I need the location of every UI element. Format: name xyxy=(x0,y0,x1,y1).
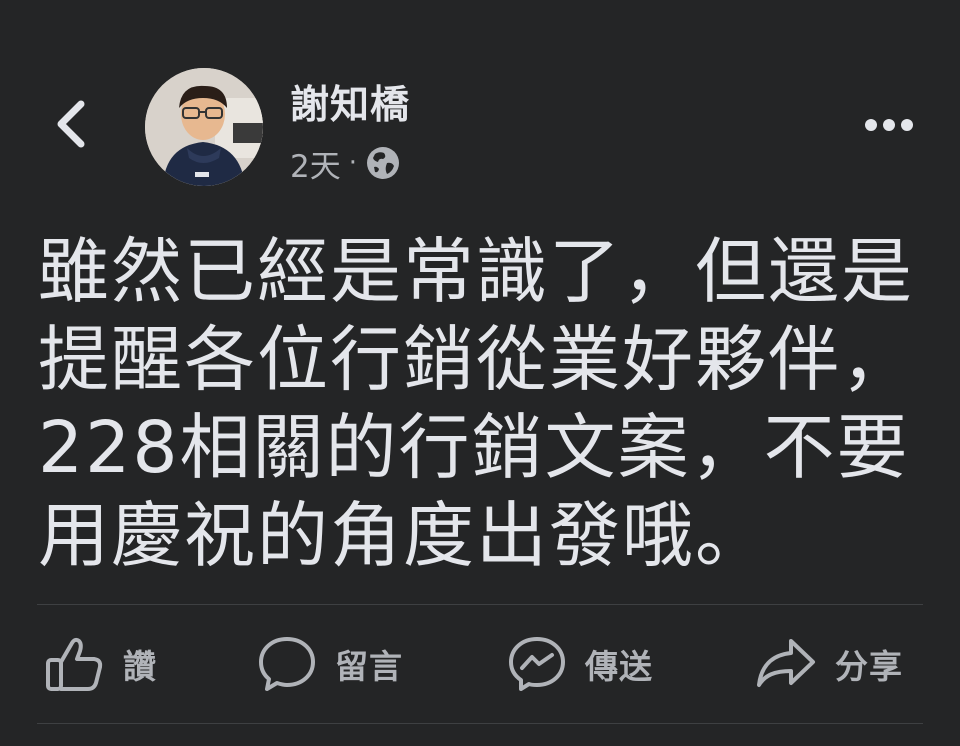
post-time[interactable]: 2天 xyxy=(290,141,341,186)
share-label: 分享 xyxy=(835,647,903,686)
more-options-button[interactable] xyxy=(858,106,920,146)
comment-icon xyxy=(257,635,317,693)
send-label: 傳送 xyxy=(585,647,653,686)
action-bar: 讚 留言 傳送 分享 xyxy=(37,606,923,722)
avatar[interactable] xyxy=(145,68,263,186)
chevron-left-icon xyxy=(53,98,87,154)
like-label: 讚 xyxy=(123,647,157,686)
divider-bottom xyxy=(37,723,923,724)
like-button[interactable]: 讚 xyxy=(45,606,157,722)
send-button[interactable]: 傳送 xyxy=(507,606,653,722)
profile-photo xyxy=(145,68,263,186)
thumbs-up-icon xyxy=(45,635,105,693)
author-name[interactable]: 謝知橋 xyxy=(290,82,410,130)
share-arrow-icon xyxy=(755,635,817,693)
divider-top xyxy=(37,604,923,605)
post-meta: 2天 · xyxy=(290,141,401,186)
post-header: 謝知橋 2天 · xyxy=(0,0,960,200)
more-horizontal-icon xyxy=(864,117,914,136)
meta-separator: · xyxy=(348,148,357,178)
comment-label: 留言 xyxy=(335,647,403,686)
comment-button[interactable]: 留言 xyxy=(257,606,403,722)
share-button[interactable]: 分享 xyxy=(755,606,903,722)
globe-icon xyxy=(365,145,401,181)
messenger-icon xyxy=(507,635,567,693)
back-button[interactable] xyxy=(42,96,98,156)
post-body-text: 雖然已經是常識了，但還是 提醒各位行銷從業好夥伴， 228相關的行銷文案，不要 … xyxy=(38,230,915,577)
